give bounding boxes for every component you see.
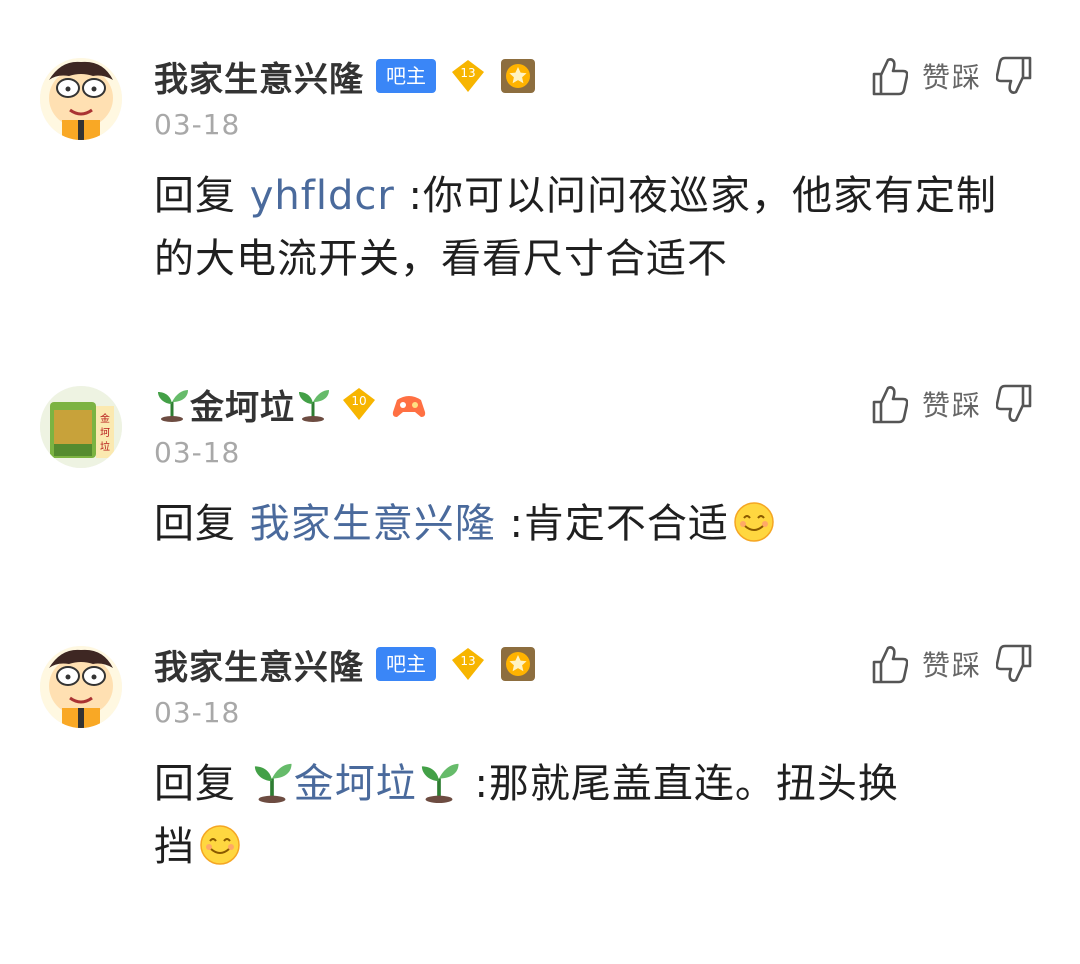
thumb-up-icon[interactable] bbox=[868, 382, 908, 426]
reply-prefix: 回复 bbox=[154, 173, 236, 219]
comment-date: 03-18 bbox=[154, 696, 241, 729]
reply-to-link[interactable]: yhfldcr bbox=[250, 173, 395, 219]
reply-to-link[interactable]: 金坷垃 bbox=[294, 761, 417, 807]
comment-text: 回复 金坷垃 :那就尾盖直连。扭头换 挡 bbox=[154, 753, 1034, 879]
medal-icon bbox=[500, 646, 536, 682]
level-badge: 13 bbox=[452, 60, 484, 92]
comment-date: 03-18 bbox=[154, 436, 241, 469]
vote-label: 赞踩 bbox=[921, 389, 982, 422]
name-row: 我家生意兴隆 吧主 13 bbox=[154, 52, 536, 100]
comment-content-cont: 挡 bbox=[154, 824, 195, 870]
svg-text:坷: 坷 bbox=[100, 427, 110, 439]
thumb-up-icon[interactable] bbox=[868, 642, 908, 686]
comment-text: 回复 我家生意兴隆 :肯定不合适 bbox=[154, 493, 1034, 556]
comment-content: :那就尾盖直连。扭头换 bbox=[474, 761, 899, 807]
sprout-icon bbox=[295, 386, 331, 422]
svg-text:10: 10 bbox=[351, 394, 366, 408]
username[interactable]: 我家生意兴隆 bbox=[154, 640, 364, 689]
svg-text:金: 金 bbox=[100, 412, 110, 425]
vote-label: 赞踩 bbox=[921, 649, 982, 682]
level-badge: 10 bbox=[343, 388, 375, 420]
svg-text:13: 13 bbox=[460, 66, 475, 80]
svg-text:垃: 垃 bbox=[100, 440, 110, 453]
name-row: 我家生意兴隆 吧主 13 bbox=[154, 640, 536, 688]
vote-actions: 赞踩 bbox=[868, 52, 1036, 100]
level-badge: 13 bbox=[452, 648, 484, 680]
smile-emoji-icon bbox=[733, 501, 775, 543]
gamepad-icon bbox=[391, 386, 427, 422]
reply-prefix: 回复 bbox=[154, 501, 236, 547]
sprout-icon bbox=[250, 759, 294, 803]
reply-prefix: 回复 bbox=[154, 761, 236, 807]
thumb-down-icon[interactable] bbox=[996, 382, 1036, 426]
medal-icon bbox=[500, 58, 536, 94]
sprout-icon bbox=[154, 386, 190, 422]
thumb-down-icon[interactable] bbox=[996, 54, 1036, 98]
username[interactable]: 金坷垃 bbox=[190, 380, 295, 429]
thumb-down-icon[interactable] bbox=[996, 642, 1036, 686]
vote-actions: 赞踩 bbox=[868, 640, 1036, 688]
comment-date: 03-18 bbox=[154, 108, 241, 141]
name-row: 金坷垃 10 bbox=[154, 380, 427, 428]
vote-label: 赞踩 bbox=[921, 61, 982, 94]
svg-text:13: 13 bbox=[460, 654, 475, 668]
smile-emoji-icon bbox=[199, 824, 241, 866]
admin-badge: 吧主 bbox=[376, 59, 436, 93]
username[interactable]: 我家生意兴隆 bbox=[154, 52, 364, 101]
sprout-icon bbox=[417, 759, 461, 803]
comment-text: 回复 yhfldcr :你可以问问夜巡家，他家有定制的大电流开关，看看尺寸合适不 bbox=[154, 165, 1034, 291]
admin-badge: 吧主 bbox=[376, 647, 436, 681]
avatar[interactable]: 金 坷 垃 bbox=[40, 386, 122, 468]
avatar[interactable] bbox=[40, 58, 122, 140]
thumb-up-icon[interactable] bbox=[868, 54, 908, 98]
vote-actions: 赞踩 bbox=[868, 380, 1036, 428]
reply-to-link[interactable]: 我家生意兴隆 bbox=[250, 501, 496, 547]
avatar[interactable] bbox=[40, 646, 122, 728]
comment-content: :肯定不合适 bbox=[509, 501, 729, 547]
